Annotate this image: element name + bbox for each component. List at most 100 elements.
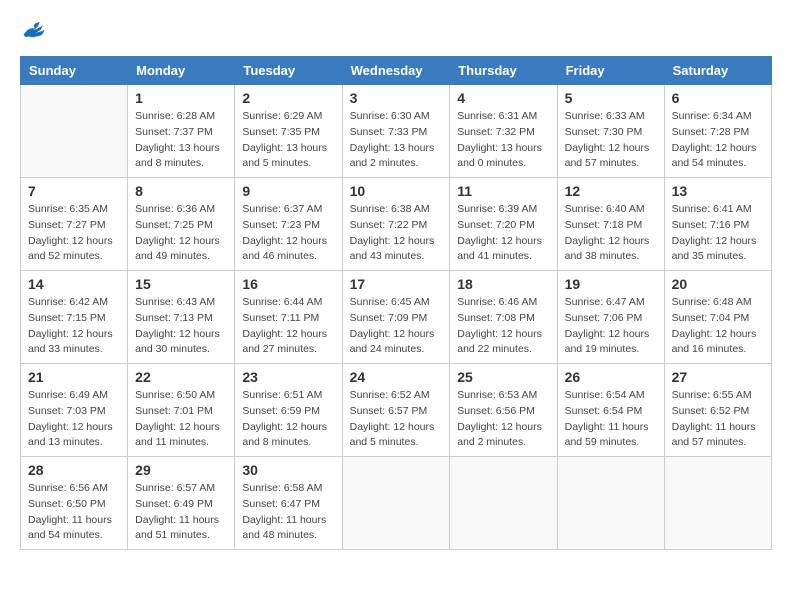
day-number: 10 <box>350 183 443 199</box>
day-number: 8 <box>135 183 227 199</box>
weekday-header-monday: Monday <box>128 57 235 85</box>
day-info: Sunrise: 6:55 AM Sunset: 6:52 PM Dayligh… <box>672 388 764 451</box>
week-row-3: 14Sunrise: 6:42 AM Sunset: 7:15 PM Dayli… <box>21 271 772 364</box>
calendar-table: SundayMondayTuesdayWednesdayThursdayFrid… <box>20 56 772 550</box>
calendar-cell: 7 Sunrise: 6:35 AM Sunset: 7:27 PM Daylig… <box>21 178 128 271</box>
day-number: 2 <box>242 90 334 106</box>
day-info: Sunrise: 6:57 AM Sunset: 6:49 PM Dayligh… <box>135 481 227 544</box>
day-number: 25 <box>457 369 549 385</box>
calendar-cell: 6 Sunrise: 6:34 AM Sunset: 7:28 PM Daylig… <box>664 85 771 178</box>
day-info: Sunrise: 6:47 AM Sunset: 7:06 PM Dayligh… <box>565 295 657 358</box>
calendar-cell: 23Sunrise: 6:51 AM Sunset: 6:59 PM Dayli… <box>235 364 342 457</box>
calendar-cell: 4 Sunrise: 6:31 AM Sunset: 7:32 PM Daylig… <box>450 85 557 178</box>
calendar-cell: 22 Sunrise: 6:50 AM Sunset: 7:01 PM Dayli… <box>128 364 235 457</box>
day-info: Sunrise: 6:33 AM Sunset: 7:30 PM Dayligh… <box>565 109 657 172</box>
calendar-cell: 19 Sunrise: 6:47 AM Sunset: 7:06 PM Dayli… <box>557 271 664 364</box>
calendar-cell: 16 Sunrise: 6:44 AM Sunset: 7:11 PM Dayli… <box>235 271 342 364</box>
calendar-cell: 2 Sunrise: 6:29 AM Sunset: 7:35 PM Daylig… <box>235 85 342 178</box>
day-info: Sunrise: 6:42 AM Sunset: 7:15 PM Dayligh… <box>28 295 120 358</box>
day-info: Sunrise: 6:49 AM Sunset: 7:03 PM Dayligh… <box>28 388 120 451</box>
calendar-cell <box>557 457 664 550</box>
weekday-header-thursday: Thursday <box>450 57 557 85</box>
week-row-4: 21 Sunrise: 6:49 AM Sunset: 7:03 PM Dayli… <box>21 364 772 457</box>
calendar-cell: 5 Sunrise: 6:33 AM Sunset: 7:30 PM Daylig… <box>557 85 664 178</box>
logo <box>20 20 46 40</box>
day-number: 20 <box>672 276 764 292</box>
week-row-1: 1 Sunrise: 6:28 AM Sunset: 7:37 PM Daylig… <box>21 85 772 178</box>
day-number: 18 <box>457 276 549 292</box>
day-number: 15 <box>135 276 227 292</box>
day-number: 11 <box>457 183 549 199</box>
day-number: 5 <box>565 90 657 106</box>
day-info: Sunrise: 6:53 AM Sunset: 6:56 PM Dayligh… <box>457 388 549 451</box>
day-info: Sunrise: 6:35 AM Sunset: 7:27 PM Dayligh… <box>28 202 120 265</box>
day-number: 21 <box>28 369 120 385</box>
week-row-2: 7 Sunrise: 6:35 AM Sunset: 7:27 PM Daylig… <box>21 178 772 271</box>
day-number: 19 <box>565 276 657 292</box>
day-info: Sunrise: 6:37 AM Sunset: 7:23 PM Dayligh… <box>242 202 334 265</box>
calendar-cell: 10 Sunrise: 6:38 AM Sunset: 7:22 PM Dayli… <box>342 178 450 271</box>
day-number: 24 <box>350 369 443 385</box>
day-number: 12 <box>565 183 657 199</box>
weekday-header-sunday: Sunday <box>21 57 128 85</box>
weekday-header-saturday: Saturday <box>664 57 771 85</box>
day-info: Sunrise: 6:30 AM Sunset: 7:33 PM Dayligh… <box>350 109 443 172</box>
calendar-cell: 24Sunrise: 6:52 AM Sunset: 6:57 PM Dayli… <box>342 364 450 457</box>
day-info: Sunrise: 6:41 AM Sunset: 7:16 PM Dayligh… <box>672 202 764 265</box>
calendar-cell: 1 Sunrise: 6:28 AM Sunset: 7:37 PM Daylig… <box>128 85 235 178</box>
day-number: 6 <box>672 90 764 106</box>
week-row-5: 28Sunrise: 6:56 AM Sunset: 6:50 PM Dayli… <box>21 457 772 550</box>
calendar-cell: 17Sunrise: 6:45 AM Sunset: 7:09 PM Dayli… <box>342 271 450 364</box>
day-info: Sunrise: 6:40 AM Sunset: 7:18 PM Dayligh… <box>565 202 657 265</box>
calendar-cell: 15 Sunrise: 6:43 AM Sunset: 7:13 PM Dayli… <box>128 271 235 364</box>
calendar-cell: 18Sunrise: 6:46 AM Sunset: 7:08 PM Dayli… <box>450 271 557 364</box>
calendar-cell: 29 Sunrise: 6:57 AM Sunset: 6:49 PM Dayli… <box>128 457 235 550</box>
weekday-header-tuesday: Tuesday <box>235 57 342 85</box>
calendar-cell: 14Sunrise: 6:42 AM Sunset: 7:15 PM Dayli… <box>21 271 128 364</box>
calendar-cell: 3 Sunrise: 6:30 AM Sunset: 7:33 PM Daylig… <box>342 85 450 178</box>
calendar-cell: 20 Sunrise: 6:48 AM Sunset: 7:04 PM Dayli… <box>664 271 771 364</box>
calendar-cell: 12 Sunrise: 6:40 AM Sunset: 7:18 PM Dayli… <box>557 178 664 271</box>
calendar-cell: 25 Sunrise: 6:53 AM Sunset: 6:56 PM Dayli… <box>450 364 557 457</box>
day-info: Sunrise: 6:38 AM Sunset: 7:22 PM Dayligh… <box>350 202 443 265</box>
weekday-header-wednesday: Wednesday <box>342 57 450 85</box>
calendar-cell: 8 Sunrise: 6:36 AM Sunset: 7:25 PM Daylig… <box>128 178 235 271</box>
weekday-header-friday: Friday <box>557 57 664 85</box>
day-number: 16 <box>242 276 334 292</box>
calendar-cell: 21 Sunrise: 6:49 AM Sunset: 7:03 PM Dayli… <box>21 364 128 457</box>
day-info: Sunrise: 6:48 AM Sunset: 7:04 PM Dayligh… <box>672 295 764 358</box>
day-number: 30 <box>242 462 334 478</box>
day-number: 13 <box>672 183 764 199</box>
calendar-cell <box>450 457 557 550</box>
day-info: Sunrise: 6:43 AM Sunset: 7:13 PM Dayligh… <box>135 295 227 358</box>
calendar-cell <box>342 457 450 550</box>
calendar-cell: 30 Sunrise: 6:58 AM Sunset: 6:47 PM Dayli… <box>235 457 342 550</box>
day-number: 7 <box>28 183 120 199</box>
calendar-cell <box>664 457 771 550</box>
calendar-cell <box>21 85 128 178</box>
calendar-cell: 28Sunrise: 6:56 AM Sunset: 6:50 PM Dayli… <box>21 457 128 550</box>
day-number: 23 <box>242 369 334 385</box>
day-info: Sunrise: 6:44 AM Sunset: 7:11 PM Dayligh… <box>242 295 334 358</box>
day-info: Sunrise: 6:39 AM Sunset: 7:20 PM Dayligh… <box>457 202 549 265</box>
day-info: Sunrise: 6:29 AM Sunset: 7:35 PM Dayligh… <box>242 109 334 172</box>
day-info: Sunrise: 6:28 AM Sunset: 7:37 PM Dayligh… <box>135 109 227 172</box>
day-info: Sunrise: 6:54 AM Sunset: 6:54 PM Dayligh… <box>565 388 657 451</box>
day-info: Sunrise: 6:56 AM Sunset: 6:50 PM Dayligh… <box>28 481 120 544</box>
day-info: Sunrise: 6:31 AM Sunset: 7:32 PM Dayligh… <box>457 109 549 172</box>
day-info: Sunrise: 6:36 AM Sunset: 7:25 PM Dayligh… <box>135 202 227 265</box>
day-number: 29 <box>135 462 227 478</box>
calendar-header-row: SundayMondayTuesdayWednesdayThursdayFrid… <box>21 57 772 85</box>
day-info: Sunrise: 6:58 AM Sunset: 6:47 PM Dayligh… <box>242 481 334 544</box>
day-number: 3 <box>350 90 443 106</box>
day-info: Sunrise: 6:34 AM Sunset: 7:28 PM Dayligh… <box>672 109 764 172</box>
calendar-cell: 11 Sunrise: 6:39 AM Sunset: 7:20 PM Dayli… <box>450 178 557 271</box>
day-info: Sunrise: 6:50 AM Sunset: 7:01 PM Dayligh… <box>135 388 227 451</box>
day-number: 17 <box>350 276 443 292</box>
page-header <box>20 20 772 40</box>
calendar-cell: 26Sunrise: 6:54 AM Sunset: 6:54 PM Dayli… <box>557 364 664 457</box>
day-number: 4 <box>457 90 549 106</box>
day-number: 1 <box>135 90 227 106</box>
day-number: 22 <box>135 369 227 385</box>
day-number: 9 <box>242 183 334 199</box>
